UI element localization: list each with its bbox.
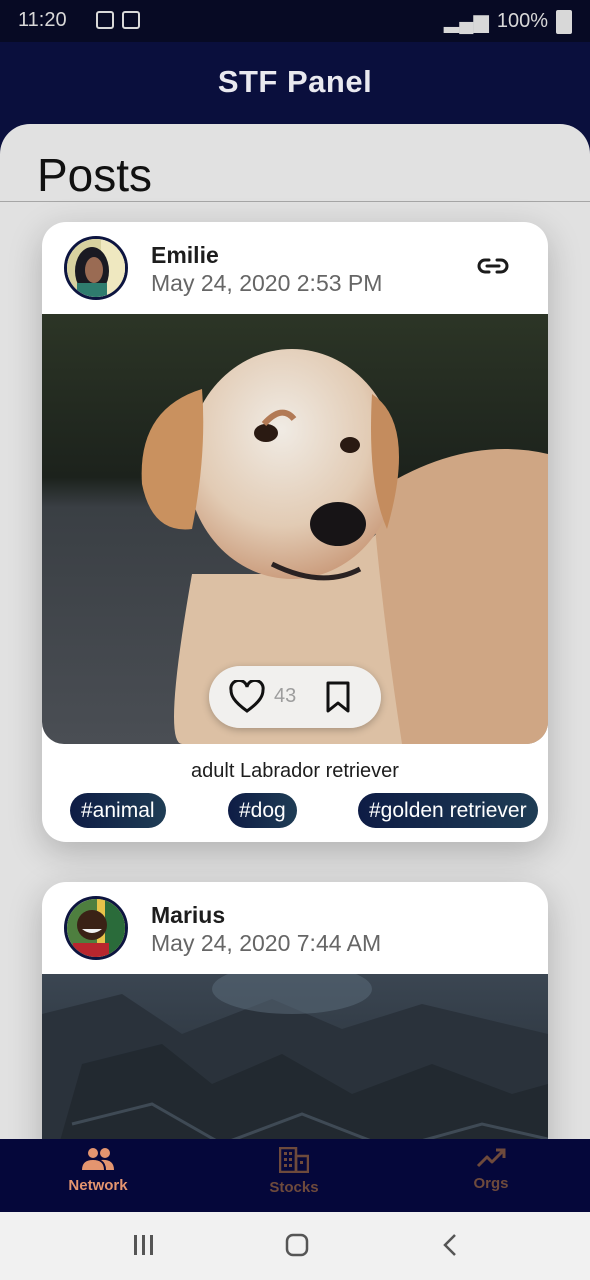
- people-icon: [82, 1148, 114, 1170]
- rock-photo: [42, 974, 548, 1139]
- system-nav-bar: [0, 1212, 590, 1280]
- post-date: May 24, 2020 2:53 PM: [151, 270, 383, 296]
- nav-network-label: Network: [68, 1177, 128, 1194]
- nav-orgs-label: Orgs: [473, 1175, 509, 1192]
- tag-chip[interactable]: #animal: [70, 793, 166, 828]
- post-card[interactable]: Marius May 24, 2020 7:44 AM: [42, 882, 548, 1139]
- nav-network[interactable]: Network: [38, 1147, 158, 1194]
- notification-icon: [96, 11, 114, 29]
- app-title: STF Panel: [217, 64, 373, 99]
- status-right: ▂▄▆ 100%: [444, 9, 572, 34]
- recent-apps-icon[interactable]: [132, 1232, 156, 1258]
- divider: [0, 201, 590, 202]
- back-icon[interactable]: [440, 1232, 460, 1258]
- tag-chip[interactable]: #dog: [228, 793, 297, 828]
- like-count: 43: [274, 685, 297, 707]
- post-author: Emilie: [151, 242, 219, 268]
- tag-chip[interactable]: #golden retriever: [358, 793, 538, 828]
- post-caption: adult Labrador retriever: [191, 760, 399, 782]
- heart-icon[interactable]: [229, 680, 265, 714]
- link-icon[interactable]: [476, 256, 510, 276]
- nav-stocks[interactable]: Stocks: [234, 1147, 354, 1196]
- nav-orgs[interactable]: Orgs: [431, 1147, 551, 1192]
- bottom-nav: Network Stocks Orgs: [0, 1139, 590, 1212]
- avatar[interactable]: [64, 236, 128, 300]
- page-title: Posts: [37, 149, 153, 201]
- building-icon: [279, 1147, 309, 1173]
- post-author: Marius: [151, 902, 226, 928]
- signal-icon: ▂▄▆: [443, 11, 489, 33]
- status-notification-icons: [96, 11, 140, 29]
- post-date: May 24, 2020 7:44 AM: [151, 930, 382, 956]
- status-bar: 11:20 ▂▄▆ 100%: [0, 0, 590, 42]
- reaction-bar: 43: [209, 666, 381, 728]
- status-time: 11:20: [18, 9, 67, 31]
- battery-icon: [556, 9, 572, 34]
- post-image[interactable]: [42, 974, 548, 1139]
- app-bar: STF Panel: [0, 42, 590, 132]
- home-icon[interactable]: [284, 1232, 310, 1258]
- post-card[interactable]: Emilie May 24, 2020 2:53 PM 43 adult Lab…: [42, 222, 548, 842]
- bookmark-icon[interactable]: [325, 681, 351, 713]
- content-sheet[interactable]: Posts Emilie May 24, 2020 2:53 PM 43 adu…: [0, 124, 590, 1139]
- nav-stocks-label: Stocks: [269, 1179, 319, 1196]
- avatar[interactable]: [64, 896, 128, 960]
- battery-percent: 100%: [496, 10, 548, 32]
- gallery-icon: [122, 11, 140, 29]
- trending-up-icon: [476, 1148, 506, 1168]
